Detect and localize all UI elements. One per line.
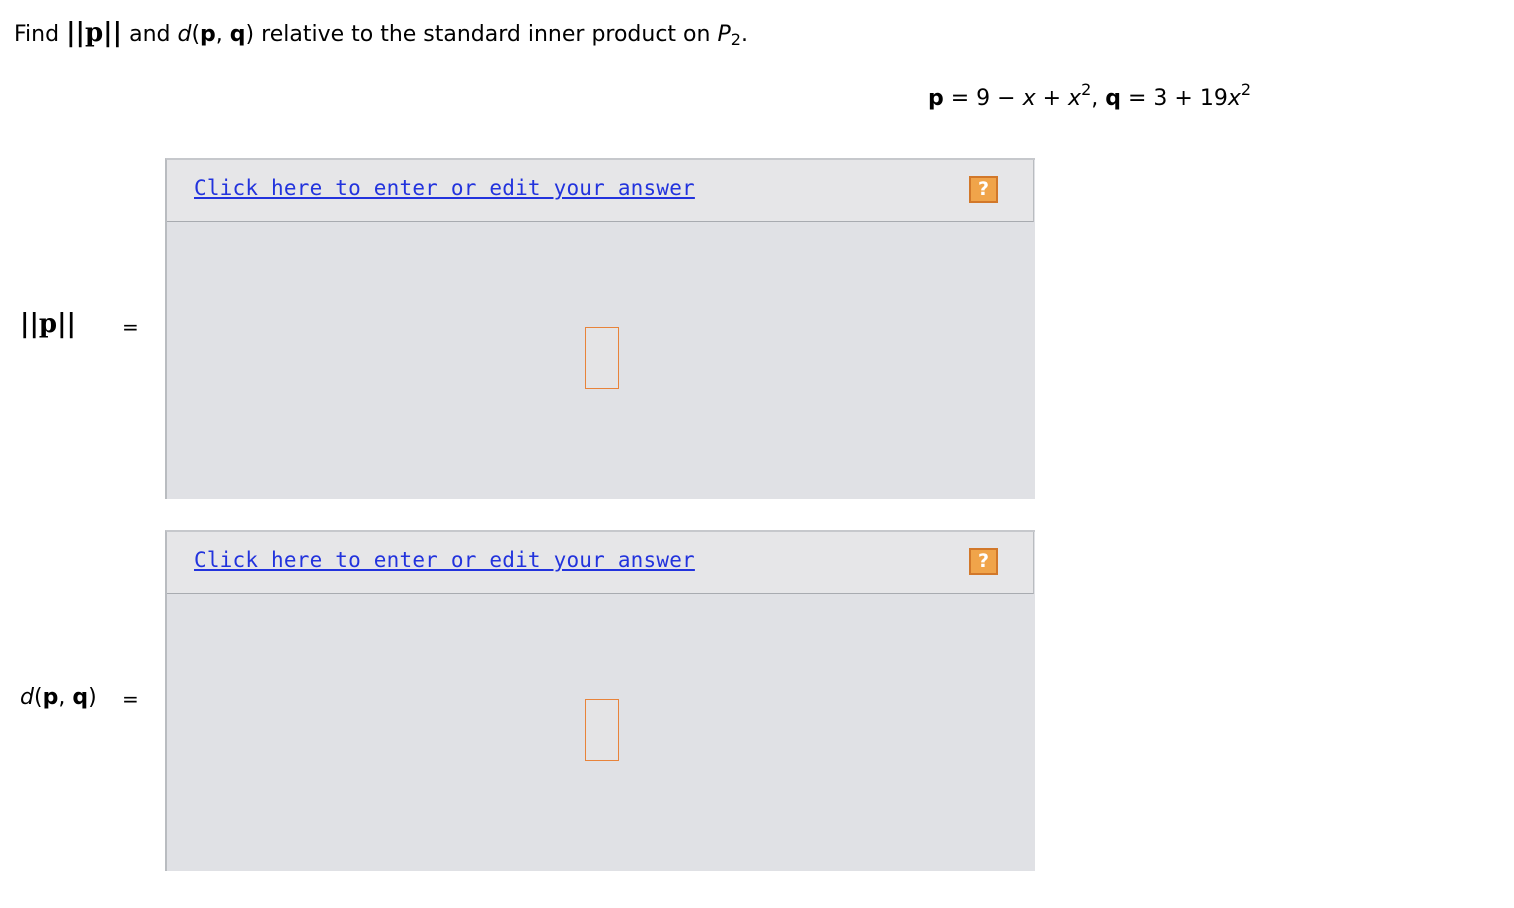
answer-panel-header: Click here to enter or edit your answer … xyxy=(167,532,1034,594)
given-polynomials: p = 9 − x + x2, q = 3 + 19x2 xyxy=(928,82,1251,114)
and-word: and xyxy=(129,22,171,47)
equals-sign: = xyxy=(122,687,139,711)
q-variable: q xyxy=(1105,86,1122,111)
norm-label: ||p|| xyxy=(20,309,76,341)
space-subscript: 2 xyxy=(730,30,741,49)
answer-panel-distance[interactable]: Click here to enter or edit your answer … xyxy=(165,530,1035,871)
question-period: . xyxy=(740,22,748,47)
p-exponent: 2 xyxy=(1081,80,1092,99)
p-x-squared: x xyxy=(1068,86,1082,111)
edit-answer-link[interactable]: Click here to enter or edit your answer xyxy=(194,548,695,572)
p-expression-a: = 9 − xyxy=(943,86,1023,111)
question-rest: relative to the standard inner product o… xyxy=(261,22,711,47)
distance-label-open: ( xyxy=(33,685,43,710)
distance-open-paren: ( xyxy=(191,22,201,47)
edit-answer-link[interactable]: Click here to enter or edit your answer xyxy=(194,176,695,200)
distance-label-close: ) xyxy=(88,685,97,710)
distance-label-d: d xyxy=(20,685,34,710)
help-icon[interactable]: ? xyxy=(969,548,998,575)
distance-close-paren: ) xyxy=(245,22,255,47)
answer-panel-header: Click here to enter or edit your answer … xyxy=(167,160,1034,222)
help-icon[interactable]: ? xyxy=(969,176,998,203)
distance-label: d(p, q) xyxy=(20,683,97,713)
norm-symbol: ||p|| xyxy=(66,18,123,48)
answer-input-box[interactable] xyxy=(585,699,619,761)
given-separator: , xyxy=(1091,86,1106,111)
q-expression-a: = 3 + 19 xyxy=(1121,86,1228,111)
distance-label-p: p xyxy=(42,685,59,710)
space-name: P xyxy=(717,22,731,47)
p-x: x xyxy=(1022,86,1036,111)
q-exponent: 2 xyxy=(1240,80,1252,99)
distance-label-comma: , xyxy=(58,685,73,710)
answer-input-box[interactable] xyxy=(585,327,619,389)
answer-panel-norm[interactable]: Click here to enter or edit your answer … xyxy=(165,158,1035,499)
norm-label-symbol: ||p|| xyxy=(20,309,77,339)
question-text: Find ||p|| and d(p, q) relative to the s… xyxy=(14,18,748,50)
p-expression-b: + xyxy=(1035,86,1069,111)
distance-comma: , xyxy=(215,22,230,47)
find-word: Find xyxy=(14,22,60,47)
distance-p: p xyxy=(200,22,216,47)
q-x: x xyxy=(1227,86,1241,111)
p-variable: p xyxy=(928,86,944,111)
distance-label-q: q xyxy=(72,685,89,710)
distance-d: d xyxy=(177,22,192,47)
equals-sign: = xyxy=(122,315,139,339)
distance-q: q xyxy=(229,22,246,47)
